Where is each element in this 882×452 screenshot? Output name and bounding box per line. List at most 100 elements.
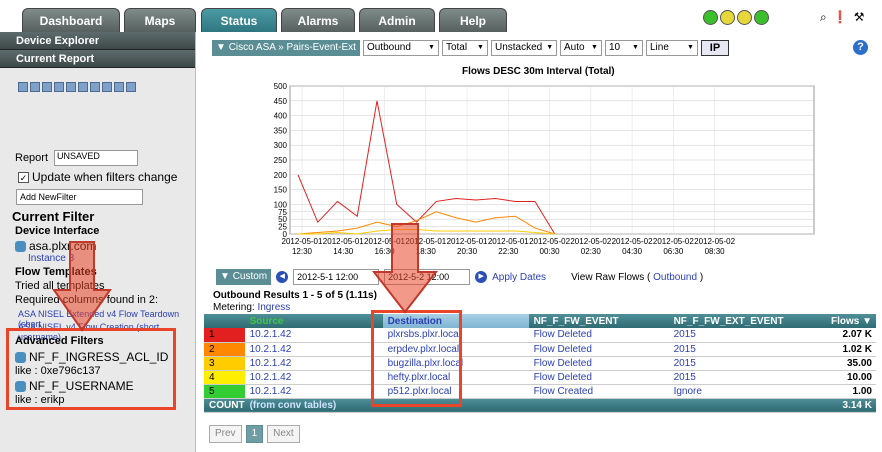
page-1-button[interactable]: 1 [245, 425, 264, 443]
fw-event-cell[interactable]: Flow Deleted [528, 328, 669, 343]
prev-button[interactable]: Prev [209, 425, 242, 443]
tab-status[interactable]: Status [201, 8, 277, 32]
chevron-down-icon: ▼ [591, 44, 598, 51]
x-tick-label: 20:30 [457, 247, 478, 256]
table-row[interactable]: 5 10.2.1.42 p512.plxr.local Flow Created… [204, 384, 876, 399]
save-as-icon[interactable] [42, 82, 52, 92]
x-tick-label: 06:30 [663, 247, 684, 256]
chart-type-select[interactable]: Line ▼ [645, 40, 698, 56]
raw-flows-link[interactable]: Outbound [653, 272, 697, 283]
tab-help[interactable]: Help [439, 8, 507, 32]
apply-dates-link[interactable]: Apply Dates [492, 272, 546, 283]
ip-button[interactable]: IP [700, 40, 729, 56]
table-row[interactable]: 1 10.2.1.42 plxrsbs.plxr.local Flow Dele… [204, 328, 876, 343]
update-row: ✓ Update when filters change [18, 170, 177, 184]
chevron-down-icon: ▼ [546, 44, 554, 51]
y-tick-label: 150 [274, 186, 288, 195]
rss-icon[interactable] [102, 82, 112, 92]
fw-ext-event-header[interactable]: NF_F_FW_EXT_EVENT [668, 314, 815, 328]
schedule-icon[interactable] [54, 82, 64, 92]
fw-ext-event-cell[interactable]: 2015 [668, 342, 815, 357]
start-date-input[interactable]: 2012-5-1 12:00 [293, 269, 380, 285]
table-row[interactable]: 2 10.2.1.42 erpdev.plxr.local Flow Delet… [204, 342, 876, 357]
rank-cell: 4 [204, 370, 245, 385]
status-light-icon[interactable] [703, 10, 718, 25]
x-tick-label: 2012-05-02 [570, 237, 611, 246]
report-row: Report UNSAVED [15, 150, 139, 166]
table-row[interactable]: 4 10.2.1.42 hefty.plxr.local Flow Delete… [204, 370, 876, 385]
export-icon[interactable] [78, 82, 88, 92]
alert-icon[interactable]: ❗ [833, 10, 848, 25]
tab-dashboard[interactable]: Dashboard [22, 8, 120, 32]
x-tick-label: 2012-05-01 [282, 237, 323, 246]
help-icon[interactable]: ? [853, 40, 868, 55]
device-breadcrumb[interactable]: ▼ Cisco ASA » Pairs-Event-Ext [212, 40, 360, 56]
chevron-down-icon: ▼ [632, 44, 639, 51]
save-icon[interactable] [30, 82, 40, 92]
highlight-box [371, 310, 462, 407]
chevron-down-icon: ▼ [687, 44, 694, 51]
next-button[interactable]: Next [267, 425, 300, 443]
fw-ext-event-cell[interactable]: 2015 [668, 370, 815, 385]
flows-header[interactable]: Flows ▼ [814, 314, 876, 328]
add-filter-select[interactable]: Add NewFilter [16, 189, 143, 205]
y-tick-label: 400 [274, 112, 288, 121]
results-table: Source Destination NF_F_FW_EVENT NF_F_FW… [204, 314, 876, 413]
date-range-row: ▼ Custom ◀ 2012-5-1 12:00 2012-5-2 12:00… [216, 269, 703, 285]
status-lights [703, 10, 769, 25]
fw-ext-event-cell[interactable]: 2015 [668, 328, 815, 343]
status-light-icon[interactable] [737, 10, 752, 25]
database-icon [15, 241, 26, 253]
auto-select[interactable]: Auto ▼ [559, 40, 602, 56]
source-cell[interactable]: 10.2.1.42 [244, 328, 383, 343]
count-row: COUNT (from conv tables) 3.14 K [204, 398, 876, 413]
status-light-icon[interactable] [754, 10, 769, 25]
binoculars-icon[interactable]: ⌕ [820, 10, 827, 25]
custom-range-button[interactable]: ▼ Custom [216, 269, 272, 285]
report-name-input[interactable]: UNSAVED [54, 150, 139, 166]
current-report-header[interactable]: Current Report [0, 50, 195, 68]
tools-icon[interactable]: ⚒ [854, 10, 865, 25]
fw-ext-event-cell[interactable]: 2015 [668, 356, 815, 371]
source-cell[interactable]: 10.2.1.42 [244, 342, 383, 357]
source-cell[interactable]: 10.2.1.42 [244, 356, 383, 371]
stack-select[interactable]: Unstacked ▼ [490, 40, 557, 56]
email-icon[interactable] [90, 82, 100, 92]
tab-alarms[interactable]: Alarms [281, 8, 355, 32]
print-icon[interactable] [66, 82, 76, 92]
current-filter-title: Current Filter [12, 209, 95, 224]
metering-link[interactable]: Ingress [257, 302, 290, 313]
status-light-icon[interactable] [720, 10, 735, 25]
fw-event-header[interactable]: NF_F_FW_EVENT [528, 314, 669, 328]
x-tick-label: 2012-05-02 [612, 237, 653, 246]
top-n-select[interactable]: 10 ▼ [604, 40, 643, 56]
x-tick-label: 00:30 [540, 247, 561, 256]
tab-admin[interactable]: Admin [359, 8, 435, 32]
tab-maps[interactable]: Maps [124, 8, 196, 32]
update-checkbox[interactable]: ✓ [18, 171, 29, 183]
fw-event-cell[interactable]: Flow Deleted [528, 370, 669, 385]
report-toolbar [18, 82, 136, 92]
flows-chart: 02550751001502002503003504004505002012-0… [274, 82, 815, 256]
new-report-icon[interactable] [18, 82, 28, 92]
device-explorer-header[interactable]: Device Explorer [0, 32, 195, 50]
source-cell[interactable]: 10.2.1.42 [244, 384, 383, 399]
count-value: 3.14 K [814, 398, 876, 413]
device-interface-title: Device Interface [15, 225, 100, 237]
x-tick-label: 08:30 [705, 247, 726, 256]
direction-select[interactable]: Outbound ▼ [362, 40, 439, 56]
fw-ext-event-cell[interactable]: Ignore [668, 384, 815, 399]
table-row[interactable]: 3 10.2.1.42 bugzilla.plxr.local Flow Del… [204, 356, 876, 371]
flows-cell: 1.02 K [814, 342, 876, 357]
prev-period-icon[interactable]: ◀ [276, 271, 289, 283]
next-period-icon[interactable]: ▶ [475, 271, 488, 283]
csv-icon[interactable] [114, 82, 124, 92]
x-tick-label: 22:30 [498, 247, 519, 256]
fw-event-cell[interactable]: Flow Created [528, 384, 669, 399]
fw-event-cell[interactable]: Flow Deleted [528, 356, 669, 371]
total-select[interactable]: Total ▼ [441, 40, 488, 56]
pdf-icon[interactable] [126, 82, 136, 92]
source-cell[interactable]: 10.2.1.42 [244, 370, 383, 385]
source-header[interactable]: Source [244, 314, 383, 328]
fw-event-cell[interactable]: Flow Deleted [528, 342, 669, 357]
